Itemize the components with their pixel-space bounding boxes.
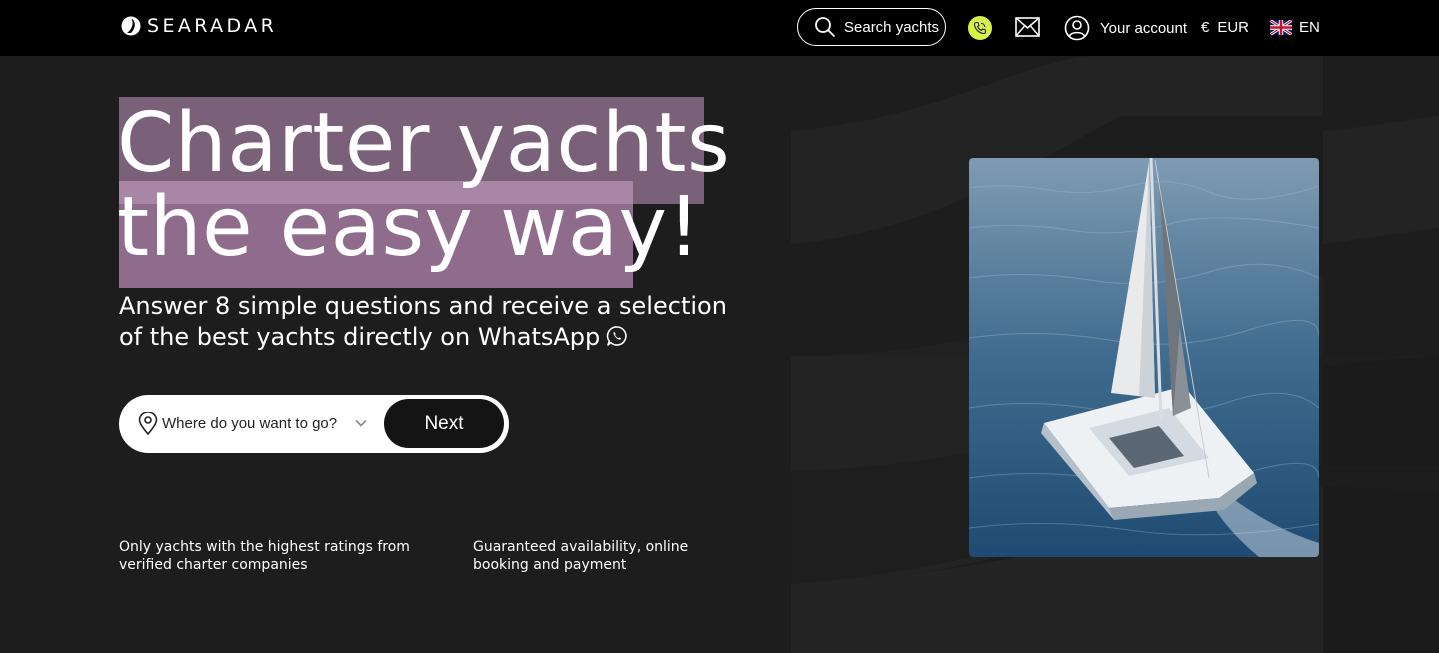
hero-title-line2: the easy way! (117, 180, 701, 275)
mail-icon[interactable] (1015, 17, 1040, 37)
language-label: EN (1299, 19, 1320, 36)
account-label: Your account (1100, 19, 1188, 37)
hero-title: Charter yachts the easy way! (117, 102, 730, 270)
whatsapp-icon (607, 326, 627, 346)
hero-yacht-image (969, 158, 1319, 557)
currency-symbol: € (1201, 19, 1210, 36)
destination-select[interactable]: Where do you want to go? (162, 415, 337, 432)
uk-flag-icon (1270, 20, 1292, 35)
user-icon (1064, 15, 1090, 41)
phone-button[interactable] (968, 16, 992, 40)
location-pin-icon (138, 412, 158, 435)
search-yachts-button[interactable]: Search yachts (797, 8, 946, 46)
next-button[interactable]: Next (384, 399, 504, 448)
currency-selector[interactable]: € EUR (1201, 19, 1249, 36)
account-link[interactable]: Your account (1064, 15, 1187, 41)
hero-subtitle: Answer 8 simple questions and receive a … (119, 291, 739, 353)
hero-title-line1: Charter yachts (117, 96, 731, 191)
search-label: Search yachts (844, 18, 940, 36)
language-selector[interactable]: EN (1270, 19, 1320, 36)
logo[interactable]: SEARADAR (121, 14, 277, 38)
phone-icon (973, 21, 987, 35)
logo-text: SEARADAR (147, 15, 278, 37)
hero-subtitle-text: Answer 8 simple questions and receive a … (119, 292, 727, 351)
yacht-illustration (969, 158, 1319, 557)
feature-verified-ratings: Only yachts with the highest ratings fro… (119, 539, 410, 573)
chevron-down-icon[interactable] (355, 419, 367, 427)
search-icon (815, 17, 835, 37)
feature-guaranteed-availability: Guaranteed availability, online booking … (473, 539, 689, 573)
currency-code: EUR (1217, 19, 1250, 36)
top-nav: SEARADAR Search yachts Your account € EUR (0, 0, 1439, 56)
destination-form: Where do you want to go? Next (119, 395, 509, 453)
logo-icon (121, 16, 141, 36)
